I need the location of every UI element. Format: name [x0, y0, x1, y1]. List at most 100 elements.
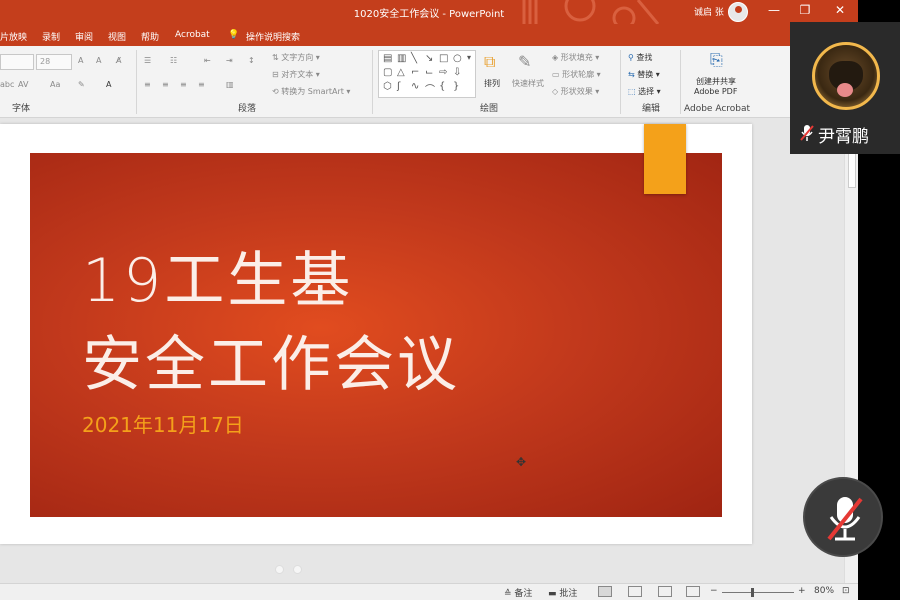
change-case-icon[interactable]: Aa	[50, 80, 60, 89]
slideshow-view-icon[interactable]	[686, 586, 700, 597]
elbow-shape-icon[interactable]: ⌐	[411, 67, 419, 78]
slide-editing-area: 19工生基 安全工作会议 2021年11月17日 ✥	[0, 118, 858, 583]
lightbulb-icon: 💡	[228, 30, 240, 40]
tab-record[interactable]: 录制	[42, 30, 60, 43]
tab-acrobat[interactable]: Acrobat	[175, 30, 210, 40]
font-color-icon[interactable]: A	[106, 80, 111, 89]
align-text-button[interactable]: ⊟ 对齐文本 ▾	[272, 69, 320, 80]
strikethrough-icon[interactable]: abc	[0, 80, 14, 89]
arc-shape-icon[interactable]: ⌒	[425, 81, 435, 96]
comments-button[interactable]: ▬ 批注	[548, 586, 577, 599]
down-arrow-shape-icon[interactable]: ⇩	[453, 67, 461, 78]
arrow-shape-icon[interactable]: ↘	[425, 53, 433, 64]
arrange-icon[interactable]: ⧉	[484, 52, 495, 72]
triangle-shape-icon[interactable]: △	[397, 67, 405, 78]
create-share-pdf-line1[interactable]: 创建并共享	[696, 76, 736, 87]
select-button[interactable]: ⬚ 选择 ▾	[628, 86, 661, 97]
text-direction-button[interactable]: ⇅ 文字方向 ▾	[272, 52, 320, 63]
decrease-font-icon[interactable]: A	[96, 56, 101, 65]
divider	[620, 50, 621, 114]
zoom-level[interactable]: 80%	[814, 586, 834, 596]
divider	[372, 50, 373, 114]
tab-view[interactable]: 视图	[108, 30, 126, 43]
brace-right-shape-icon[interactable]: }	[453, 81, 459, 92]
right-arrow-shape-icon[interactable]: ⇨	[439, 67, 447, 78]
zoom-slider-thumb[interactable]	[751, 588, 754, 597]
replace-button[interactable]: ⇆ 替换 ▾	[628, 69, 660, 80]
shape-fill-button[interactable]: ◈ 形状填充 ▾	[552, 52, 599, 63]
minimize-button[interactable]: —	[766, 3, 782, 17]
divider	[680, 50, 681, 114]
curve-shape-icon[interactable]: ∿	[411, 81, 419, 92]
line-spacing-icon[interactable]: ↕	[248, 56, 255, 65]
group-acrobat-label: Adobe Acrobat	[684, 104, 751, 114]
line-shape-icon[interactable]: ╲	[411, 53, 417, 64]
font-size-box[interactable]: 28	[36, 54, 72, 70]
hexagon-shape-icon[interactable]: ⬡	[383, 81, 392, 92]
zoom-in-button[interactable]: +	[798, 586, 806, 596]
dot-icon	[293, 565, 302, 574]
char-spacing-icon[interactable]: AV	[18, 80, 28, 89]
mouse-cursor-icon: ✥	[516, 455, 527, 469]
find-button[interactable]: ⚲ 查找	[628, 52, 652, 63]
clear-format-icon[interactable]: A̸	[116, 56, 121, 65]
textbox-shape-icon[interactable]: ▤	[383, 53, 392, 64]
tab-help[interactable]: 帮助	[141, 30, 159, 43]
decrease-indent-icon[interactable]: ⇤	[204, 56, 211, 65]
tell-me-search[interactable]: 操作说明搜索	[246, 30, 300, 43]
scroll-thumb[interactable]	[848, 148, 856, 188]
shapes-gallery[interactable]: ▤ ▥ ╲ ↘ □ ○ ▢ △ ⌐ ⌙ ⇨ ⇩ ⬡ ʃ ∿ ⌒ { } ▾	[378, 50, 476, 98]
slide-title-line2: 安全工作会议	[82, 330, 460, 400]
quick-styles-button[interactable]: 快速样式	[512, 78, 544, 89]
numbering-icon[interactable]: ☷	[170, 56, 177, 65]
freeform-shape-icon[interactable]: ʃ	[397, 81, 400, 92]
tab-slideshow[interactable]: 片放映	[0, 30, 27, 43]
pdf-share-icon[interactable]: ⎘	[710, 50, 723, 70]
oval-shape-icon[interactable]: ○	[453, 53, 462, 64]
fit-slide-icon[interactable]: ⊡	[842, 586, 850, 596]
zoom-slider[interactable]	[722, 592, 794, 593]
reading-view-icon[interactable]	[658, 586, 672, 597]
connector-shape-icon[interactable]: ⌙	[425, 67, 433, 78]
signed-in-user[interactable]: 诚启 张	[694, 5, 724, 18]
quick-styles-icon[interactable]: ✎	[518, 52, 531, 71]
brace-shape-icon[interactable]: {	[439, 81, 445, 92]
font-name-box[interactable]	[0, 54, 34, 70]
muted-mic-icon	[827, 497, 863, 541]
shape-outline-button[interactable]: ▭ 形状轮廓 ▾	[552, 69, 601, 80]
shape-effects-button[interactable]: ◇ 形状效果 ▾	[552, 86, 599, 97]
user-avatar-icon[interactable]	[728, 2, 748, 22]
normal-view-icon[interactable]	[598, 586, 612, 597]
slide-title[interactable]: 19工生基 安全工作会议	[82, 239, 460, 407]
ribbon: 28 A A A̸ abc AV Aa ✎ A 字体 ☰ ☷ ⇤ ⇥ ↕ ≡ ≡…	[0, 46, 858, 118]
highlight-icon[interactable]: ✎	[78, 80, 85, 89]
restore-button[interactable]: ❐	[797, 3, 813, 17]
align-right-icon[interactable]: ≡	[180, 80, 187, 89]
bullets-icon[interactable]: ☰	[144, 56, 151, 65]
justify-icon[interactable]: ≡	[198, 80, 205, 89]
close-button[interactable]: ✕	[832, 3, 848, 17]
slide-dots	[275, 565, 311, 577]
align-left-icon[interactable]: ≡	[144, 80, 151, 89]
increase-font-icon[interactable]: A	[78, 56, 83, 65]
notes-button[interactable]: ≙ 备注	[504, 586, 532, 599]
textbox-v-shape-icon[interactable]: ▥	[397, 53, 406, 64]
slide[interactable]: 19工生基 安全工作会议 2021年11月17日 ✥	[30, 153, 722, 517]
group-drawing-label: 绘图	[480, 104, 499, 114]
convert-smartart-button[interactable]: ⟲ 转换为 SmartArt ▾	[272, 86, 350, 97]
tab-review[interactable]: 审阅	[75, 30, 93, 43]
rounded-rect-shape-icon[interactable]: ▢	[383, 67, 392, 78]
align-center-icon[interactable]: ≡	[162, 80, 169, 89]
participant-name: 尹霄鹏	[818, 127, 869, 147]
increase-indent-icon[interactable]: ⇥	[226, 56, 233, 65]
columns-icon[interactable]: ▥	[226, 80, 234, 89]
create-share-pdf-line2[interactable]: Adobe PDF	[694, 87, 737, 96]
mute-toggle-button[interactable]	[803, 477, 883, 557]
zoom-out-button[interactable]: −	[710, 586, 718, 596]
rect-shape-icon[interactable]: □	[439, 53, 448, 64]
slide-date[interactable]: 2021年11月17日	[82, 409, 244, 438]
participant-video-tile[interactable]: 尹霄鹏	[790, 22, 900, 154]
arrange-button[interactable]: 排列	[484, 78, 500, 89]
gallery-more-icon[interactable]: ▾	[467, 53, 471, 62]
slide-sorter-icon[interactable]	[628, 586, 642, 597]
